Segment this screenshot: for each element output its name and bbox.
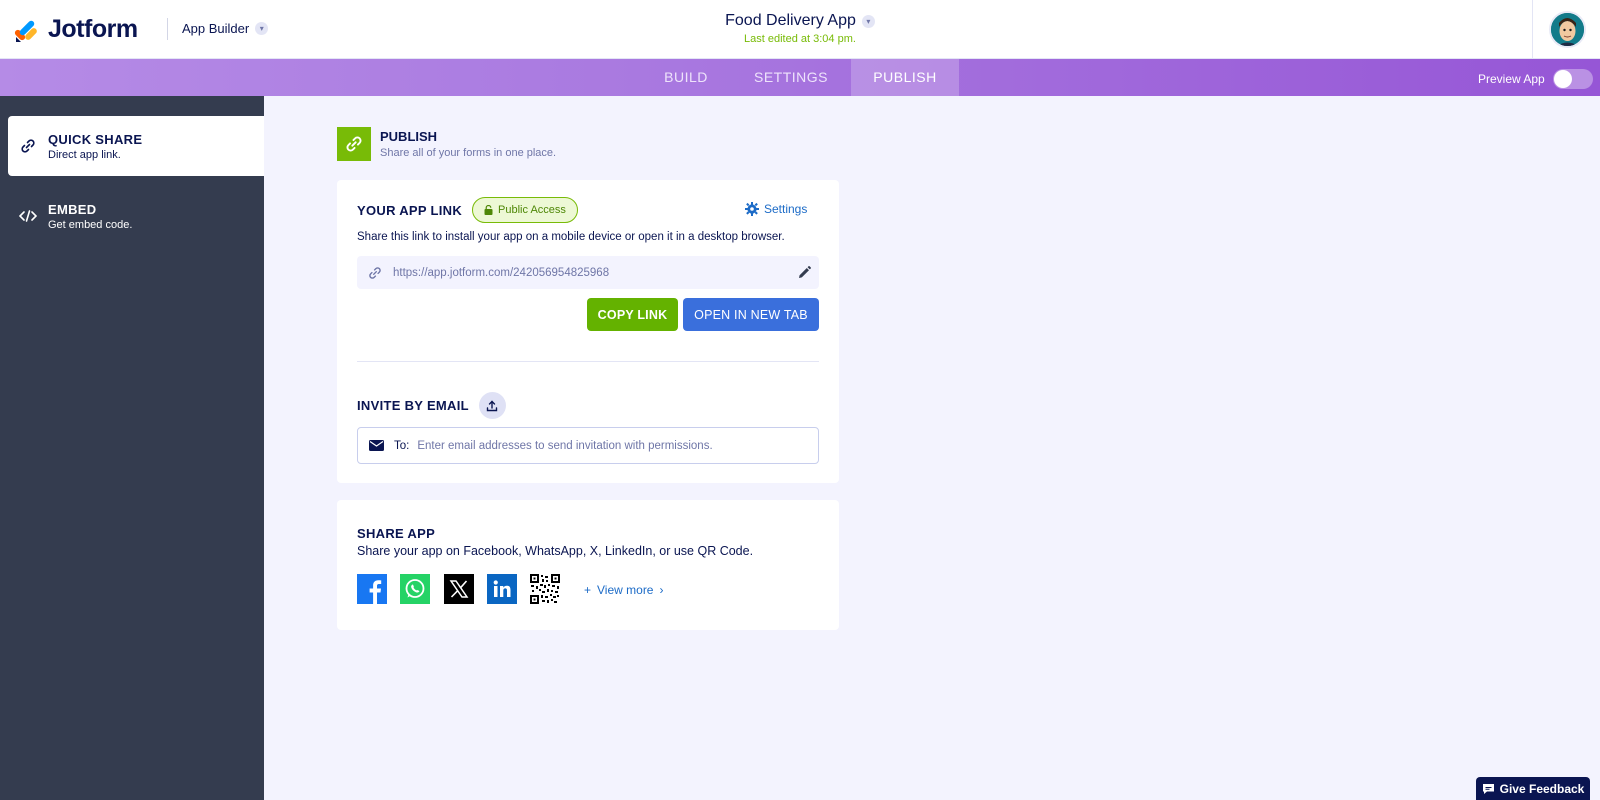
give-feedback-label: Give Feedback (1499, 781, 1585, 796)
linkedin-share-button[interactable] (487, 574, 517, 604)
app-url: https://app.jotform.com/242056954825968 (393, 266, 610, 279)
envelope-icon (358, 440, 394, 451)
pencil-icon[interactable] (789, 266, 819, 279)
preview-app-control: Preview App (1478, 69, 1593, 89)
linkedin-icon (493, 580, 511, 597)
jotform-logo-icon (14, 20, 37, 42)
user-avatar[interactable] (1549, 11, 1586, 48)
lock-icon (484, 205, 493, 215)
upload-icon[interactable] (478, 392, 506, 419)
public-access-badge[interactable]: Public Access (472, 197, 578, 223)
copy-link-button[interactable]: COPY LINK (587, 298, 678, 331)
share-app-title: SHARE APP (357, 526, 436, 541)
sidebar-item-title: EMBED (48, 201, 97, 217)
sidebar-item-subtitle: Direct app link. (48, 148, 121, 161)
facebook-share-button[interactable] (357, 574, 387, 604)
sidebar-item-subtitle: Get embed code. (48, 218, 133, 231)
chevron-down-icon: ▾ (255, 22, 269, 35)
view-more-link[interactable]: + View more › (584, 583, 663, 597)
app-title-area: Food Delivery App ▾ Last edited at 3:04 … (600, 12, 1000, 45)
email-to-label: To: (394, 439, 410, 452)
share-app-description: Share your app on Facebook, WhatsApp, X,… (357, 544, 754, 558)
plus-icon: + (584, 583, 592, 597)
page-subtitle: Share all of your forms in one place. (380, 147, 557, 159)
tab-build[interactable]: BUILD (650, 59, 722, 96)
tab-settings[interactable]: SETTINGS (744, 59, 838, 96)
share-app-card: SHARE APP Share your app on Facebook, Wh… (337, 500, 839, 630)
app-builder-label: App Builder (182, 21, 250, 36)
chevron-right-icon: › (659, 583, 664, 597)
app-builder-menu[interactable]: App Builder ▾ (182, 21, 269, 36)
publish-section-header: PUBLISH Share all of your forms in one p… (337, 127, 556, 161)
page-title: PUBLISH (380, 129, 438, 144)
app-link-card: YOUR APP LINK Public Access Settings Sha… (337, 180, 839, 483)
give-feedback-button[interactable]: Give Feedback (1476, 777, 1590, 800)
link-icon (357, 266, 393, 280)
header-divider (167, 18, 168, 40)
tab-publish[interactable]: PUBLISH (851, 59, 959, 96)
preview-app-toggle[interactable] (1552, 69, 1593, 89)
code-icon (8, 209, 48, 223)
sidebar-item-title: QUICK SHARE (48, 131, 143, 147)
invite-title: INVITE BY EMAIL (357, 398, 469, 413)
builder-tab-bar: BUILD SETTINGS PUBLISH Preview App (0, 59, 1600, 96)
app-url-field[interactable]: https://app.jotform.com/242056954825968 (357, 256, 819, 289)
app-title: Food Delivery App (725, 12, 856, 29)
invite-email-input[interactable] (417, 439, 818, 452)
facebook-icon (369, 580, 382, 604)
publish-sidebar: QUICK SHARE Direct app link. EMBED Get e… (0, 96, 264, 800)
sidebar-item-quick-share[interactable]: QUICK SHARE Direct app link. (8, 116, 264, 176)
header-divider (1532, 0, 1533, 59)
whatsapp-share-button[interactable] (400, 574, 430, 604)
app-title-dropdown[interactable]: Food Delivery App ▾ (725, 12, 875, 30)
qr-code-share-button[interactable] (530, 574, 560, 604)
open-in-new-tab-button[interactable]: OPEN IN NEW TAB (683, 298, 819, 331)
section-divider (357, 361, 819, 362)
last-edited-status: Last edited at 3:04 pm. (744, 33, 856, 45)
link-icon (8, 138, 48, 154)
app-link-description: Share this link to install your app on a… (357, 231, 785, 243)
invite-email-field[interactable]: To: (357, 427, 819, 464)
settings-link-label: Settings (764, 202, 808, 216)
whatsapp-icon (405, 579, 425, 598)
qr-code-icon (530, 574, 560, 604)
jotform-logo[interactable]: Jotform (14, 15, 138, 44)
x-share-button[interactable] (444, 574, 474, 604)
x-logo-icon (449, 580, 469, 598)
top-header: Jotform App Builder ▾ Food Delivery App … (0, 0, 1600, 59)
sidebar-item-embed[interactable]: EMBED Get embed code. (8, 186, 264, 246)
gear-icon (745, 202, 759, 216)
preview-app-label: Preview App (1478, 72, 1545, 86)
invite-header: INVITE BY EMAIL (357, 392, 506, 419)
avatar-face-icon (1551, 13, 1584, 46)
settings-link[interactable]: Settings (745, 202, 807, 216)
app-link-title: YOUR APP LINK (357, 202, 463, 218)
brand-name: Jotform (48, 15, 138, 43)
view-more-label: View more (597, 583, 654, 597)
app-link-header: YOUR APP LINK Public Access (357, 197, 578, 223)
chevron-down-icon: ▾ (861, 14, 875, 28)
public-access-label: Public Access (498, 204, 566, 216)
feedback-icon (1482, 783, 1494, 794)
link-icon (337, 127, 371, 161)
